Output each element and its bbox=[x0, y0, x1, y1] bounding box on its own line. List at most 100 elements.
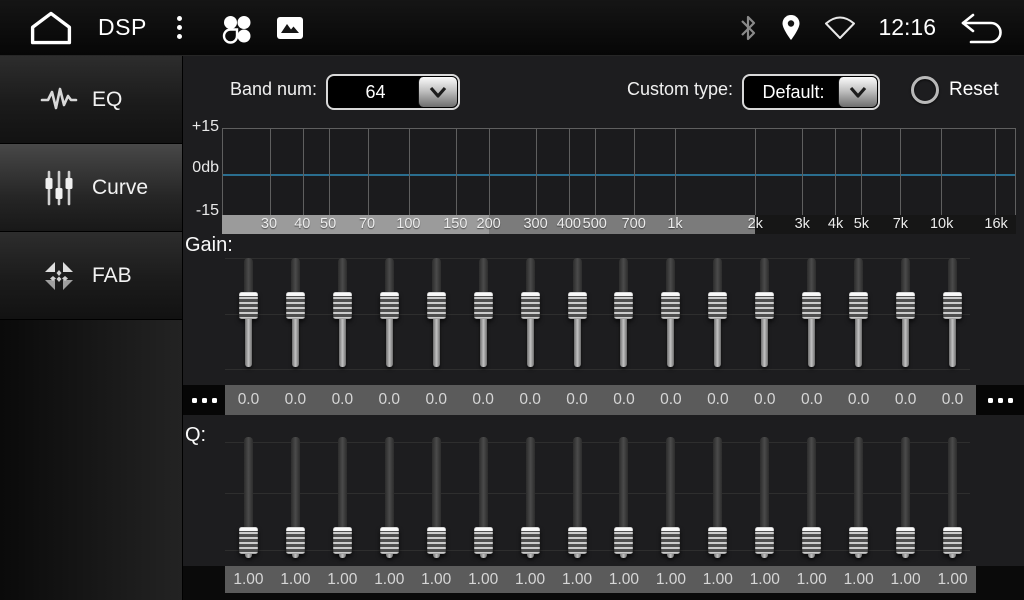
slider-thumb[interactable] bbox=[755, 527, 774, 554]
slider-thumb[interactable] bbox=[239, 292, 258, 319]
bottom-strip bbox=[183, 593, 1024, 600]
gain-more-right-button[interactable] bbox=[976, 385, 1024, 415]
band-slider[interactable] bbox=[835, 437, 882, 559]
slider-track-lower bbox=[339, 319, 346, 367]
slider-thumb[interactable] bbox=[943, 292, 962, 319]
overflow-menu-icon[interactable] bbox=[171, 12, 188, 43]
slider-thumb[interactable] bbox=[380, 527, 399, 554]
home-icon[interactable] bbox=[28, 10, 74, 46]
apps-icon[interactable] bbox=[220, 12, 252, 44]
slider-thumb[interactable] bbox=[708, 527, 727, 554]
slider-thumb[interactable] bbox=[380, 292, 399, 319]
band-slider[interactable] bbox=[225, 437, 272, 559]
gain-more-left-button[interactable] bbox=[183, 385, 225, 415]
slider-thumb[interactable] bbox=[568, 292, 587, 319]
slider-thumb[interactable] bbox=[427, 292, 446, 319]
band-slider[interactable] bbox=[272, 437, 319, 559]
band-slider[interactable] bbox=[882, 437, 929, 559]
band-slider[interactable] bbox=[413, 258, 460, 370]
band-slider[interactable] bbox=[647, 258, 694, 370]
back-icon[interactable] bbox=[958, 12, 1006, 44]
band-slider[interactable] bbox=[601, 258, 648, 370]
band-slider[interactable] bbox=[741, 258, 788, 370]
band-slider[interactable] bbox=[319, 258, 366, 370]
sidebar-item-eq[interactable]: EQ bbox=[0, 56, 182, 144]
band-value: 0.0 bbox=[507, 391, 554, 409]
slider-thumb[interactable] bbox=[802, 527, 821, 554]
band-value: 0.0 bbox=[225, 391, 272, 409]
slider-thumb[interactable] bbox=[239, 527, 258, 554]
freq-tick-label: 200 bbox=[477, 215, 501, 234]
slider-thumb[interactable] bbox=[521, 527, 540, 554]
slider-track-lower bbox=[855, 319, 862, 367]
slider-thumb[interactable] bbox=[614, 527, 633, 554]
band-slider[interactable] bbox=[413, 437, 460, 559]
band-slider[interactable] bbox=[788, 437, 835, 559]
slider-track-upper bbox=[338, 258, 347, 292]
slider-track-upper bbox=[291, 437, 300, 527]
slider-thumb[interactable] bbox=[286, 292, 305, 319]
band-value: 1.00 bbox=[694, 571, 741, 589]
freq-tick-label: 300 bbox=[523, 215, 547, 234]
slider-thumb[interactable] bbox=[474, 292, 493, 319]
band-slider[interactable] bbox=[272, 258, 319, 370]
band-slider[interactable] bbox=[929, 437, 976, 559]
custom-type-dropdown[interactable]: Default: bbox=[742, 74, 880, 110]
slider-thumb[interactable] bbox=[802, 292, 821, 319]
band-slider[interactable] bbox=[460, 258, 507, 370]
freq-gridline bbox=[536, 129, 537, 215]
band-value: 0.0 bbox=[366, 391, 413, 409]
band-slider[interactable] bbox=[366, 258, 413, 370]
chevron-down-icon[interactable] bbox=[418, 77, 457, 107]
band-slider[interactable] bbox=[366, 437, 413, 559]
band-slider[interactable] bbox=[882, 258, 929, 370]
slider-thumb[interactable] bbox=[427, 527, 446, 554]
band-slider[interactable] bbox=[460, 437, 507, 559]
band-slider[interactable] bbox=[507, 437, 554, 559]
curve-panel: Band num: 64 Custom type: Default: Reset… bbox=[183, 56, 1024, 600]
slider-thumb[interactable] bbox=[661, 292, 680, 319]
slider-thumb[interactable] bbox=[943, 527, 962, 554]
slider-track-lower bbox=[761, 319, 768, 367]
band-slider[interactable] bbox=[835, 258, 882, 370]
band-slider[interactable] bbox=[601, 437, 648, 559]
reset-button[interactable]: Reset bbox=[911, 76, 999, 104]
band-slider[interactable] bbox=[694, 258, 741, 370]
slider-thumb[interactable] bbox=[333, 292, 352, 319]
chevron-down-icon[interactable] bbox=[838, 77, 877, 107]
band-slider[interactable] bbox=[741, 437, 788, 559]
band-slider[interactable] bbox=[929, 258, 976, 370]
slider-thumb[interactable] bbox=[474, 527, 493, 554]
sidebar-item-fab[interactable]: FAB bbox=[0, 232, 182, 320]
slider-thumb[interactable] bbox=[333, 527, 352, 554]
band-slider[interactable] bbox=[225, 258, 272, 370]
slider-thumb[interactable] bbox=[286, 527, 305, 554]
slider-thumb[interactable] bbox=[568, 527, 587, 554]
band-slider[interactable] bbox=[319, 437, 366, 559]
slider-thumb[interactable] bbox=[755, 292, 774, 319]
band-slider[interactable] bbox=[647, 437, 694, 559]
band-slider[interactable] bbox=[694, 437, 741, 559]
reset-radio-icon[interactable] bbox=[911, 76, 939, 104]
slider-thumb[interactable] bbox=[849, 527, 868, 554]
band-num-dropdown[interactable]: 64 bbox=[326, 74, 460, 110]
slider-track-lower bbox=[433, 554, 440, 558]
slider-thumb[interactable] bbox=[661, 527, 680, 554]
sidebar-item-curve[interactable]: Curve bbox=[0, 144, 182, 232]
slider-thumb[interactable] bbox=[896, 527, 915, 554]
slider-thumb[interactable] bbox=[849, 292, 868, 319]
q-row-right-spacer bbox=[976, 566, 1024, 593]
gallery-icon[interactable] bbox=[276, 16, 304, 40]
y-axis-zero-label: 0db bbox=[183, 159, 219, 177]
band-slider[interactable] bbox=[507, 258, 554, 370]
slider-thumb[interactable] bbox=[521, 292, 540, 319]
freq-tick-label: 10k bbox=[930, 215, 953, 234]
slider-track-lower bbox=[714, 319, 721, 367]
band-slider[interactable] bbox=[554, 258, 601, 370]
slider-thumb[interactable] bbox=[896, 292, 915, 319]
eq-plot[interactable] bbox=[222, 128, 1016, 215]
slider-thumb[interactable] bbox=[614, 292, 633, 319]
band-slider[interactable] bbox=[554, 437, 601, 559]
band-slider[interactable] bbox=[788, 258, 835, 370]
slider-thumb[interactable] bbox=[708, 292, 727, 319]
